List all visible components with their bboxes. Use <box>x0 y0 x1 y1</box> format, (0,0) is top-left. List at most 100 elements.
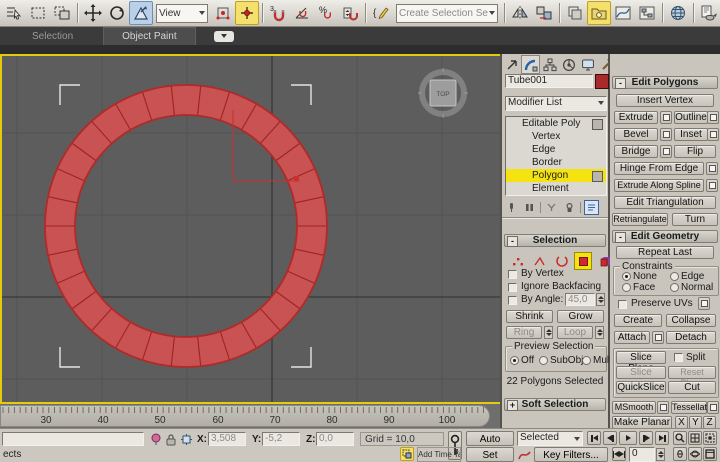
schematic-view-icon[interactable] <box>635 1 659 25</box>
slice-plane-button[interactable]: Slice Plane <box>616 351 666 374</box>
preserve-uvs-settings-icon[interactable] <box>698 297 710 310</box>
make-unique-icon[interactable] <box>544 200 559 215</box>
extrude-settings-icon[interactable] <box>660 111 672 124</box>
object-color-swatch[interactable] <box>595 74 609 89</box>
split-checkbox[interactable] <box>674 353 683 362</box>
key-tangents-icon[interactable] <box>517 448 532 462</box>
preview-subobj-radio[interactable] <box>539 356 548 365</box>
stack-item-editable-poly[interactable]: Editable Poly <box>506 117 606 130</box>
flip-button[interactable]: Flip <box>674 145 716 158</box>
preview-off-radio[interactable] <box>510 356 519 365</box>
pin-stack-icon[interactable] <box>504 200 519 215</box>
configure-modifier-sets-icon[interactable] <box>584 200 599 215</box>
named-selection-set-dropdown[interactable]: Create Selection Se <box>396 3 498 23</box>
bevel-button[interactable]: Bevel <box>614 128 658 141</box>
select-and-scale-icon[interactable] <box>129 1 153 25</box>
modifier-stack[interactable]: Editable Poly Vertex Edge Border Polygon… <box>505 116 607 196</box>
modifier-list-dropdown[interactable]: Modifier List <box>505 96 607 111</box>
balloon-icon[interactable] <box>148 432 163 447</box>
key-filters-button[interactable]: Key Filters... <box>534 447 608 462</box>
scene-explorer-icon[interactable] <box>587 1 611 25</box>
previous-frame-icon[interactable] <box>603 431 617 445</box>
collapse-toggle[interactable]: - <box>615 232 626 243</box>
constraint-none-radio[interactable] <box>622 272 631 281</box>
x-coord-field[interactable]: 3,508 <box>208 432 246 446</box>
play-animation-icon[interactable] <box>619 431 637 445</box>
bridge-button[interactable]: Bridge <box>614 145 658 158</box>
edit-named-selection-sets-icon[interactable]: { <box>369 1 393 25</box>
current-frame-field[interactable]: 0 <box>629 447 655 462</box>
modify-tab[interactable] <box>521 55 540 74</box>
spinner-snap-toggle-icon[interactable] <box>338 1 362 25</box>
by-vertex-checkbox[interactable] <box>508 270 517 279</box>
attach-button[interactable]: Attach <box>614 331 650 344</box>
msmooth-settings-icon[interactable] <box>657 401 669 414</box>
viewport-top[interactable]: TOP <box>0 54 502 404</box>
key-mode-toggle-icon[interactable] <box>612 447 626 461</box>
curve-editor-icon[interactable] <box>611 1 635 25</box>
extrude-along-spline-settings-icon[interactable] <box>706 179 718 192</box>
outline-settings-icon[interactable] <box>707 111 719 124</box>
snaps-toggle-icon[interactable]: 3 <box>266 1 290 25</box>
create-tab[interactable] <box>502 55 521 74</box>
detach-button[interactable]: Detach <box>666 331 716 344</box>
zoom-all-icon[interactable] <box>688 431 702 445</box>
insert-vertex-button[interactable]: Insert Vertex <box>616 94 714 107</box>
stack-onoff-icon[interactable] <box>592 119 603 130</box>
attach-settings-icon[interactable] <box>652 331 664 344</box>
inset-button[interactable]: Inset <box>674 128 708 141</box>
cut-button[interactable]: Cut <box>668 381 716 394</box>
ring-button[interactable]: Ring <box>506 326 542 339</box>
inset-settings-icon[interactable] <box>707 128 719 141</box>
retriangulate-button[interactable]: Retriangulate <box>612 213 668 226</box>
grow-button[interactable]: Grow <box>557 310 604 323</box>
msmooth-button[interactable]: MSmooth <box>612 401 656 414</box>
frame-spinner[interactable] <box>656 448 665 461</box>
collapse-button[interactable]: Collapse <box>666 314 716 327</box>
expand-toggle[interactable]: + <box>507 400 518 411</box>
bridge-settings-icon[interactable] <box>660 145 672 158</box>
tessellate-settings-icon[interactable] <box>707 401 719 414</box>
selection-rollout-header[interactable]: - Selection <box>504 234 606 247</box>
shrink-button[interactable]: Shrink <box>506 310 553 323</box>
zoom-icon[interactable] <box>673 431 687 445</box>
collapse-toggle[interactable]: - <box>507 236 518 247</box>
preview-multi-radio[interactable] <box>582 356 591 365</box>
timeline-ruler[interactable]: 30 40 50 60 70 80 90 100 <box>0 405 490 427</box>
align-icon[interactable] <box>532 1 556 25</box>
y-coord-field[interactable]: -5,2 <box>262 432 300 446</box>
next-frame-icon[interactable] <box>639 431 653 445</box>
select-and-manipulate-icon[interactable] <box>235 1 259 25</box>
edit-polygons-rollout-header[interactable]: - Edit Polygons <box>612 76 718 89</box>
collapse-toggle[interactable]: - <box>615 78 626 89</box>
preserve-uvs-checkbox[interactable] <box>618 300 627 309</box>
crossing-selection-toggle-icon[interactable] <box>400 447 414 461</box>
by-angle-checkbox[interactable] <box>508 296 517 305</box>
show-end-result-icon[interactable] <box>522 200 537 215</box>
ribbon-tab-object-paint[interactable]: Object Paint <box>103 27 196 45</box>
constraint-face-radio[interactable] <box>622 283 631 292</box>
select-and-rotate-icon[interactable] <box>105 1 129 25</box>
outline-button[interactable]: Outline <box>674 111 708 124</box>
select-and-move-icon[interactable] <box>81 1 105 25</box>
status-line-field[interactable] <box>2 432 144 446</box>
soft-selection-rollout-header[interactable]: + Soft Selection <box>504 398 606 411</box>
hinge-from-edge-button[interactable]: Hinge From Edge <box>614 162 704 175</box>
time-slider-track[interactable]: 30 40 50 60 70 80 90 100 <box>0 404 500 428</box>
ribbon-tab-selection[interactable]: Selection <box>14 27 91 45</box>
turn-button[interactable]: Turn <box>672 213 718 226</box>
remove-modifier-icon[interactable] <box>562 200 577 215</box>
polygon-subobject-icon[interactable] <box>574 252 592 270</box>
zoom-extents-icon[interactable] <box>703 431 717 445</box>
constraint-edge-radio[interactable] <box>670 272 679 281</box>
by-angle-field[interactable]: 45,0 <box>565 293 595 306</box>
maximize-viewport-icon[interactable] <box>703 447 717 461</box>
angle-snap-toggle-icon[interactable] <box>290 1 314 25</box>
ribbon-minimize-button[interactable] <box>213 30 234 42</box>
slice-button[interactable]: Slice <box>616 366 666 379</box>
loop-spinner[interactable] <box>595 326 604 339</box>
stack-item-edge[interactable]: Edge <box>506 143 606 156</box>
set-key-button[interactable]: Set Key <box>466 447 514 462</box>
mirror-icon[interactable] <box>508 1 532 25</box>
hierarchy-tab[interactable] <box>540 55 559 74</box>
